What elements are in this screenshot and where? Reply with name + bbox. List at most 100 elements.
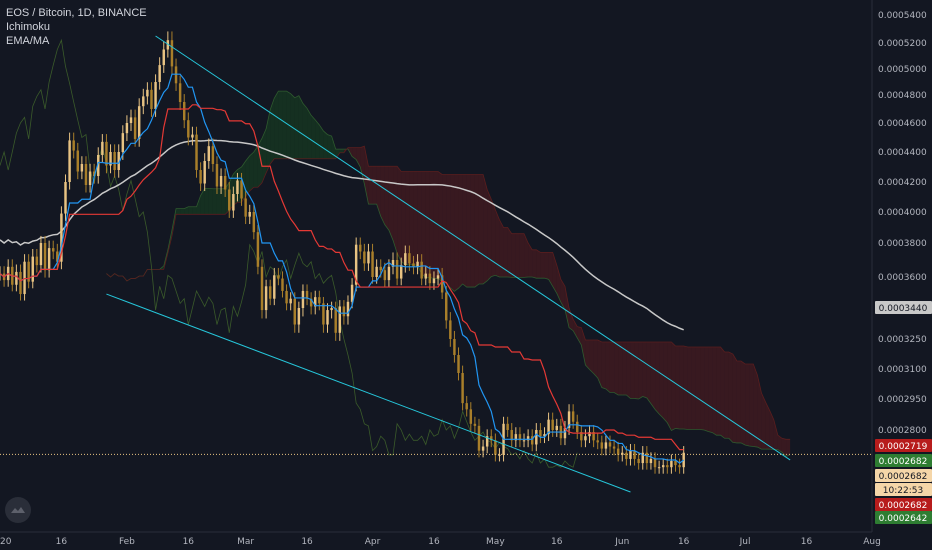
- cloud-segment: [708, 347, 713, 433]
- candle-body: [649, 458, 653, 464]
- candle-body: [191, 134, 194, 138]
- candle-body: [375, 266, 378, 277]
- candle-body: [146, 89, 149, 97]
- candle-body: [228, 189, 231, 211]
- cloud-segment: [311, 115, 316, 159]
- candle-body: [240, 180, 243, 199]
- candle-body: [604, 442, 608, 449]
- candle-body: [23, 261, 26, 295]
- candle-body: [281, 278, 284, 291]
- candle-body: [125, 123, 129, 134]
- time-tick-label: Feb: [119, 537, 135, 547]
- cloud-segment: [614, 342, 619, 395]
- candle-body: [379, 266, 382, 271]
- cloud-segment: [786, 439, 791, 457]
- cloud-segment: [249, 152, 254, 191]
- candle-body: [445, 292, 448, 321]
- cloud-segment: [728, 352, 733, 443]
- candle-body: [584, 436, 587, 441]
- cloud-segment: [483, 174, 488, 284]
- price-tick-label: 0.0005000: [878, 65, 927, 75]
- candle-body: [453, 339, 456, 355]
- cloud-segment: [638, 342, 643, 399]
- price-tick-label: 0.0004000: [878, 208, 927, 218]
- candle-body: [326, 310, 329, 325]
- candle-body: [264, 286, 268, 311]
- candle-body: [121, 133, 125, 152]
- candle-body: [154, 82, 157, 109]
- candle-body: [408, 253, 411, 264]
- cloud-segment: [307, 108, 312, 159]
- cloud-segment: [221, 188, 226, 215]
- price-chart[interactable]: 0.0005400 0.0005200 0.0005000 0.0004800 0.00…: [0, 0, 932, 550]
- cloud-segment: [282, 91, 287, 159]
- cloud-segment: [536, 249, 541, 279]
- price-badge-label: 0.0002719: [879, 442, 928, 452]
- candle-body: [457, 355, 460, 373]
- time-tick-label: 16: [801, 537, 813, 547]
- price-tick-label: 0.0004400: [878, 148, 927, 158]
- cloud-segment: [585, 340, 590, 370]
- cloud-segment: [683, 346, 688, 430]
- candle-body: [43, 243, 47, 271]
- candle-body: [187, 120, 190, 138]
- time-tick-label: 16: [301, 537, 313, 547]
- cloud-segment: [732, 354, 737, 443]
- symbol-title[interactable]: EOS / Bitcoin, 1D, BINANCE: [6, 6, 147, 20]
- candle-body: [318, 297, 321, 304]
- candle-body: [215, 164, 219, 187]
- candle-body: [678, 465, 681, 468]
- time-tick-label: Aug: [863, 537, 881, 547]
- price-tick-label: 0.0004200: [878, 178, 927, 188]
- cloud-segment: [519, 233, 525, 278]
- price-tick-label: 0.0004600: [878, 119, 927, 129]
- cloud-segment: [384, 166, 389, 231]
- cloud-segment: [253, 145, 258, 188]
- candle-body: [47, 248, 51, 271]
- candle-body: [399, 265, 403, 279]
- candle-body: [256, 232, 260, 267]
- candle-body: [236, 180, 239, 194]
- cloud-segment: [417, 171, 422, 275]
- candle-body: [404, 253, 407, 266]
- candle-body: [494, 440, 497, 455]
- indicator-ichimoku[interactable]: Ichimoku: [6, 20, 147, 34]
- cloud-segment: [740, 361, 746, 445]
- candle-body: [207, 146, 211, 161]
- candle-body: [506, 423, 509, 430]
- candle-body: [637, 458, 640, 464]
- price-badge-label: 10:22:53: [883, 486, 923, 496]
- cloud-segment: [380, 166, 385, 225]
- candle-body: [551, 419, 554, 430]
- candle-body: [555, 425, 558, 430]
- candle-body: [232, 194, 235, 211]
- cloud-segment: [421, 171, 426, 278]
- cloud-segment: [491, 199, 496, 277]
- candle-body: [596, 440, 599, 443]
- tradingview-logo-icon[interactable]: [5, 497, 31, 523]
- candle-body: [158, 65, 161, 82]
- cloud-segment: [712, 347, 717, 436]
- candle-body: [203, 161, 206, 184]
- cloud-segment: [294, 95, 299, 159]
- cloud-segment: [630, 342, 635, 399]
- cloud-segment: [212, 188, 217, 215]
- candle-body: [72, 140, 75, 151]
- price-badge: 0.0002682: [875, 469, 932, 482]
- cloud-segment: [298, 95, 303, 159]
- candle-body: [289, 298, 292, 304]
- candle-body: [223, 176, 227, 190]
- cloud-segment: [605, 342, 610, 393]
- cloud-segment: [474, 174, 479, 288]
- indicator-ema-ma[interactable]: EMA/MA: [6, 34, 147, 48]
- cloud-segment: [176, 208, 181, 215]
- candle-body: [273, 275, 276, 299]
- cloud-segment: [208, 188, 213, 215]
- cloud-segment: [655, 342, 660, 414]
- price-badge-label: 0.0002682: [879, 457, 928, 467]
- cloud-segment: [671, 342, 676, 431]
- candle-body: [674, 461, 677, 466]
- time-tick-label: Apr: [365, 537, 381, 547]
- candle-body: [428, 273, 432, 284]
- cloud-segment: [695, 347, 701, 430]
